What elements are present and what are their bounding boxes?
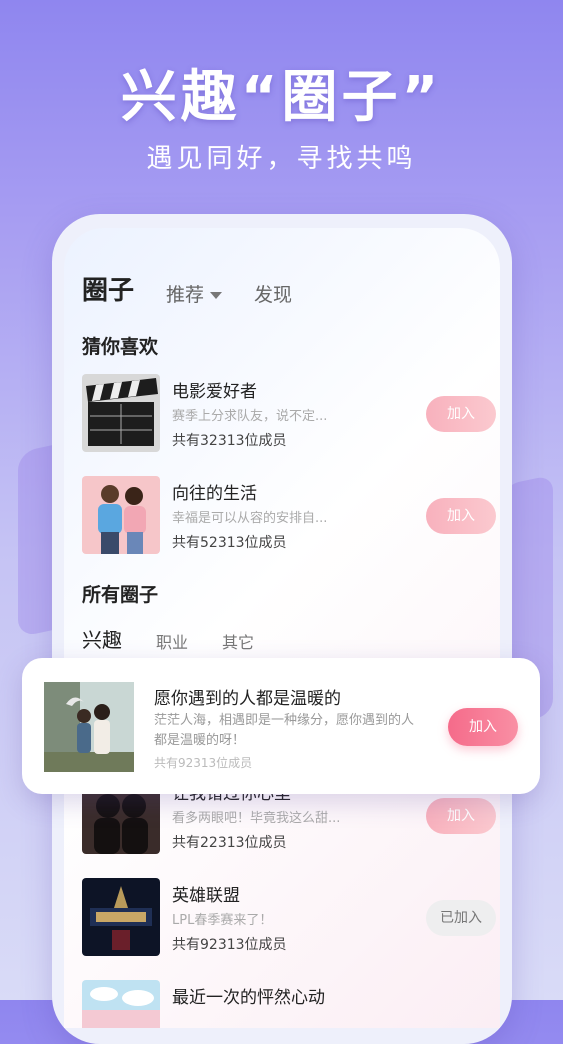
list-item[interactable]: 电影爱好者 赛季上分求队友，说不定... 共有32313位成员 加入 xyxy=(82,374,496,454)
list-item[interactable]: 向往的生活 幸福是可以从容的安排自... 共有52313位成员 加入 xyxy=(82,476,496,556)
tab-recommend-label: 推荐 xyxy=(166,284,205,306)
clapperboard-thumbnail xyxy=(82,374,160,452)
circle-desc: 赛季上分求队友，说不定... xyxy=(172,409,328,424)
warm-people-thumbnail xyxy=(44,682,134,772)
circle-desc: 幸福是可以从容的安排自... xyxy=(172,511,328,526)
join-button[interactable]: 加入 xyxy=(426,396,496,432)
joined-button[interactable]: 已加入 xyxy=(426,900,496,936)
join-button[interactable]: 加入 xyxy=(426,798,496,834)
couple-thumbnail xyxy=(82,476,160,554)
circle-desc: 看多两眼吧！毕竟我这么甜... xyxy=(172,811,341,826)
featured-join-button[interactable]: 加入 xyxy=(448,708,518,746)
heartbeat-thumbnail xyxy=(82,980,160,1028)
section-title-guess: 猜你喜欢 xyxy=(82,336,159,358)
list-item[interactable]: 英雄联盟 LPL春季赛来了！ 共有92313位成员 已加入 xyxy=(82,878,496,958)
featured-members: 共有92313位成员 xyxy=(154,756,253,770)
caret-down-icon xyxy=(210,292,223,299)
subheadline: 遇见同好，寻找共鸣 xyxy=(146,144,417,174)
circle-members: 共有52313位成员 xyxy=(172,535,287,551)
tab-career[interactable]: 职业 xyxy=(156,629,188,653)
join-button[interactable]: 加入 xyxy=(426,498,496,534)
circle-title: 电影爱好者 xyxy=(172,382,257,402)
featured-desc: 茫茫人海，相遇即是一种缘分，愿你遇到的人都是温暖的呀！ xyxy=(154,713,415,748)
circle-desc: LPL春季赛来了！ xyxy=(172,913,273,928)
league-of-legends-thumbnail xyxy=(82,878,160,956)
tab-discover[interactable]: 发现 xyxy=(254,280,292,307)
phone-screen: 圈子 推荐 发现 猜你喜欢 电影爱好者 赛季上分求队友，说不定... 共有323… xyxy=(64,228,500,1028)
circle-members: 共有32313位成员 xyxy=(172,433,287,449)
circle-title: 最近一次的怦然心动 xyxy=(172,988,325,1008)
section-title-all: 所有圈子 xyxy=(82,584,159,606)
headline: 兴趣“圈子” xyxy=(120,65,443,130)
featured-title: 愿你遇到的人都是温暖的 xyxy=(154,689,341,709)
tab-interest[interactable]: 兴趣 xyxy=(82,624,122,653)
circle-members: 共有22313位成员 xyxy=(172,835,287,851)
list-item[interactable]: 最近一次的怦然心动 xyxy=(82,980,482,1028)
featured-circle-card[interactable]: 愿你遇到的人都是温暖的 茫茫人海，相遇即是一种缘分，愿你遇到的人都是温暖的呀！ … xyxy=(22,658,540,794)
circle-title: 英雄联盟 xyxy=(172,886,240,906)
circle-members: 共有92313位成员 xyxy=(172,937,287,953)
tab-recommend[interactable]: 推荐 xyxy=(166,280,223,307)
circle-title: 向往的生活 xyxy=(172,484,257,504)
tab-circles[interactable]: 圈子 xyxy=(82,270,134,307)
category-tabs: 兴趣 职业 其它 xyxy=(82,624,254,653)
top-tabs: 圈子 推荐 发现 xyxy=(82,270,292,307)
tab-other[interactable]: 其它 xyxy=(222,629,254,653)
